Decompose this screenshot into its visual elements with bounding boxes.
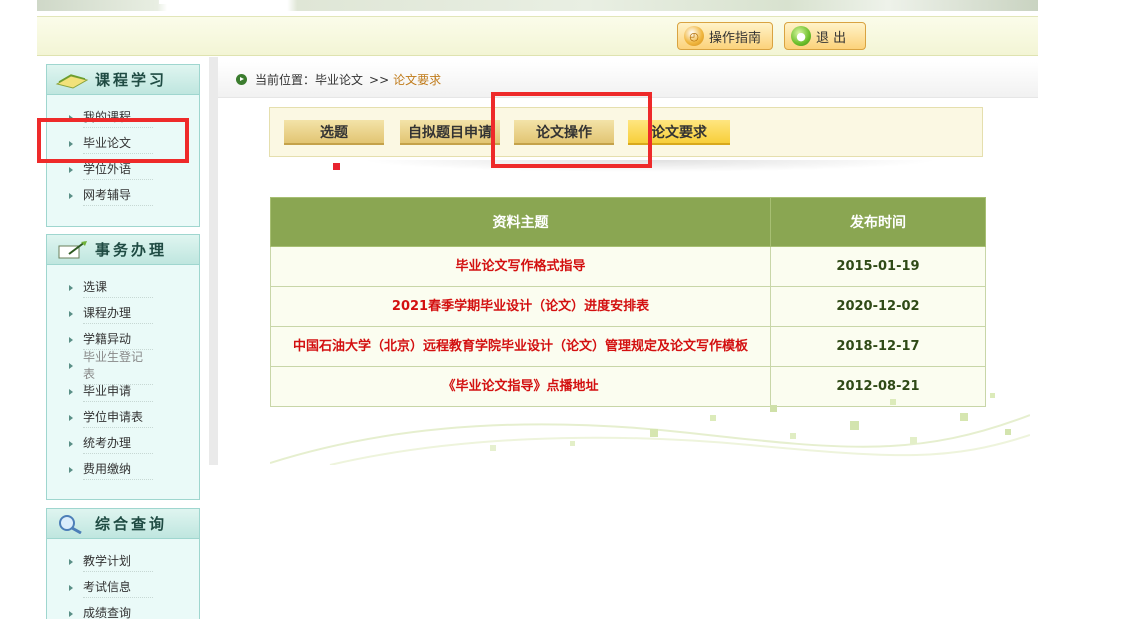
sidebar-item-exam-info[interactable]: 考试信息: [47, 575, 199, 601]
materials-table: 资料主题 发布时间 毕业论文写作格式指导 2015-01-19 2021春季学期…: [270, 197, 986, 407]
sidebar-item-label: 学位申请表: [83, 408, 153, 428]
table-header-row: 资料主题 发布时间: [270, 197, 986, 247]
breadcrumb-current: 论文要求: [393, 73, 442, 87]
sidebar-item-degree-apply[interactable]: 学位申请表: [47, 405, 199, 431]
sidebar-panel-query: 综合查询 教学计划 考试信息 成绩查询: [46, 508, 200, 619]
arrow-right-icon: [69, 363, 73, 369]
tab-select-topic[interactable]: 选题: [284, 120, 384, 145]
arrow-right-icon: [69, 559, 73, 565]
header-toolbar: ◴ 操作指南 ● 退 出: [37, 16, 1038, 56]
arrow-right-icon: [69, 585, 73, 591]
sidebar-list-query: 教学计划 考试信息 成绩查询: [47, 539, 199, 619]
arrow-right-icon: [69, 611, 73, 617]
breadcrumb-parent[interactable]: 毕业论文: [315, 71, 363, 88]
breadcrumb-prefix: 当前位置：: [255, 73, 316, 87]
sidebar-header-query: 综合查询: [47, 509, 199, 539]
sidebar-item-graduate-register[interactable]: 毕业生登记表: [47, 350, 199, 385]
sidebar-title-course: 课程学习: [95, 71, 168, 89]
banner-block: [159, 0, 271, 4]
sidebar-header-affairs: 事务办理: [47, 235, 199, 265]
guide-button[interactable]: ◴ 操作指南: [677, 22, 773, 50]
top-banner: [37, 0, 1038, 11]
arrow-right-icon: [69, 193, 73, 199]
publish-date: 2020-12-02: [770, 286, 986, 327]
exit-button-label: 退 出: [816, 30, 847, 46]
arrow-right-icon: [69, 441, 73, 447]
sidebar-item-online-exam[interactable]: 网考辅导: [47, 183, 199, 209]
publish-date: 2015-01-19: [770, 246, 986, 287]
exit-button[interactable]: ● 退 出: [784, 22, 866, 50]
tab-self-topic-apply[interactable]: 自拟题目申请: [400, 120, 500, 145]
user-exit-icon: ●: [791, 26, 811, 46]
column-header-topic: 资料主题: [270, 197, 771, 247]
arrow-right-icon: [69, 311, 73, 317]
sidebar-item-label: 毕业申请: [83, 382, 153, 402]
table-row: 中国石油大学（北京）远程教育学院毕业设计（论文）管理规定及论文写作模板 2018…: [270, 326, 986, 367]
location-arrow-icon: [236, 74, 247, 85]
sidebar-panel-affairs: 事务办理 选课 课程办理 学籍异动 毕业生登记表 毕业申请 学位申请表 统考办理…: [46, 234, 200, 500]
sidebar-item-label: 学位外语: [83, 160, 153, 180]
topic-link[interactable]: 中国石油大学（北京）远程教育学院毕业设计（论文）管理规定及论文写作模板: [270, 326, 771, 367]
decor-swirl: [269, 393, 1031, 466]
publish-date: 2018-12-17: [770, 326, 986, 367]
decorative-floor: [269, 385, 1031, 466]
sidebar-item-select-course[interactable]: 选课: [47, 275, 199, 301]
sidebar-item-label: 选课: [83, 278, 153, 298]
red-marker: [333, 163, 340, 170]
sidebar-title-affairs: 事务办理: [95, 241, 168, 259]
arrow-right-icon: [69, 415, 73, 421]
sidebar-item-label: 教学计划: [83, 552, 153, 572]
clock-icon: ◴: [684, 26, 704, 46]
arrow-right-icon: [69, 285, 73, 291]
table-row: 2021春季学期毕业设计（论文）进度安排表 2020-12-02: [270, 286, 986, 327]
sidebar-item-score-query[interactable]: 成绩查询: [47, 601, 199, 619]
sidebar-item-fee-payment[interactable]: 费用缴纳: [47, 457, 199, 483]
topic-link[interactable]: 毕业论文写作格式指导: [270, 246, 771, 287]
highlight-box-thesis: [37, 118, 189, 163]
main-divider: [209, 57, 218, 465]
table-row: 毕业论文写作格式指导 2015-01-19: [270, 246, 986, 287]
sidebar-item-label: 课程办理: [83, 304, 153, 324]
sidebar-item-label: 统考办理: [83, 434, 153, 454]
sidebar-list-affairs: 选课 课程办理 学籍异动 毕业生登记表 毕业申请 学位申请表 统考办理 费用缴纳: [47, 265, 199, 483]
sidebar-item-teaching-plan[interactable]: 教学计划: [47, 549, 199, 575]
sidebar-item-label: 费用缴纳: [83, 460, 153, 480]
sidebar-item-course-handling[interactable]: 课程办理: [47, 301, 199, 327]
sidebar-item-unified-exam[interactable]: 统考办理: [47, 431, 199, 457]
arrow-right-icon: [69, 167, 73, 173]
guide-button-label: 操作指南: [709, 30, 762, 46]
topic-link[interactable]: 2021春季学期毕业设计（论文）进度安排表: [270, 286, 771, 327]
magnifier-icon: [59, 514, 82, 534]
arrow-right-icon: [69, 467, 73, 473]
column-header-date: 发布时间: [770, 197, 986, 247]
sidebar-item-label: 考试信息: [83, 578, 153, 598]
highlight-box-thesis-operation: [491, 92, 652, 168]
breadcrumb-separator: >>: [369, 72, 390, 87]
sidebar-title-query: 综合查询: [95, 515, 168, 533]
sidebar-item-label: 网考辅导: [83, 186, 153, 206]
arrow-right-icon: [69, 389, 73, 395]
arrow-right-icon: [69, 337, 73, 343]
sidebar-item-label: 成绩查询: [83, 604, 153, 619]
sidebar-item-graduation-apply[interactable]: 毕业申请: [47, 379, 199, 405]
book-icon: [55, 73, 89, 89]
quill-icon: [58, 240, 87, 258]
page: ◴ 操作指南 ● 退 出 课程学习 我的课程 毕业论文 学位外语 网考辅导 事务…: [0, 0, 1135, 619]
sidebar-header-course: 课程学习: [47, 65, 199, 95]
